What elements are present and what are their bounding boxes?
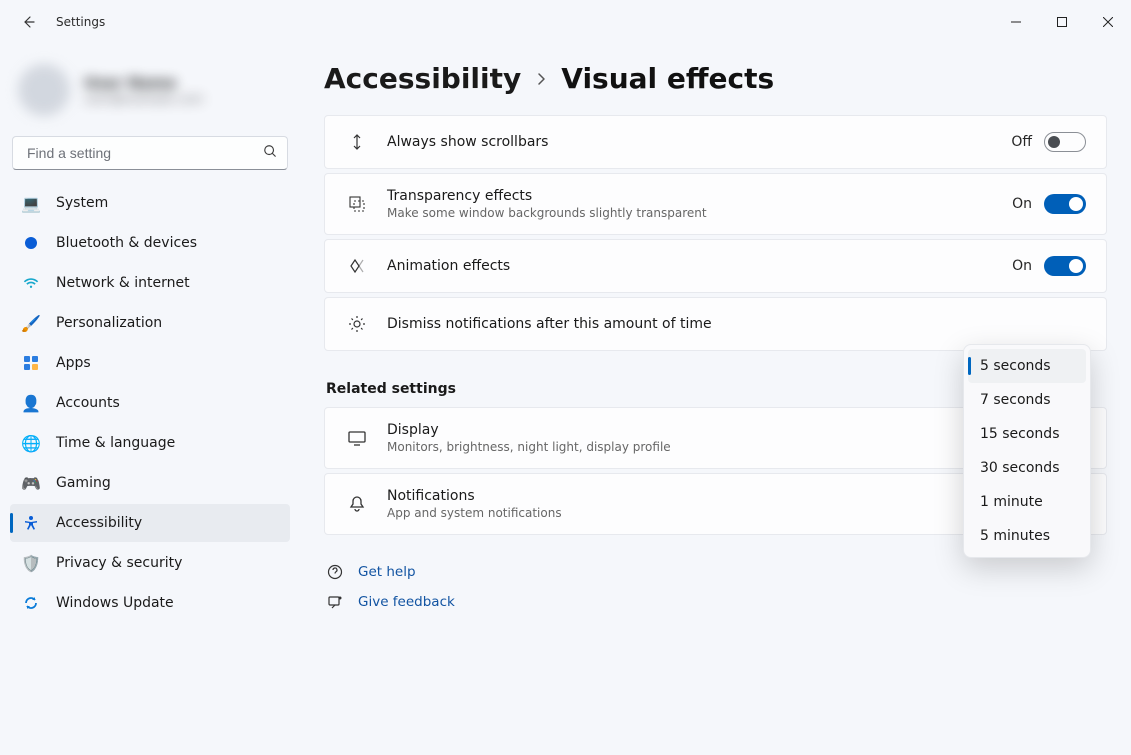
- notify-option[interactable]: 5 minutes: [968, 519, 1086, 553]
- setting-sub: Make some window backgrounds slightly tr…: [387, 206, 1012, 220]
- nav-icon: [22, 594, 40, 612]
- sidebar-item-label: Accounts: [56, 395, 120, 411]
- sidebar-item-bluetooth-devices[interactable]: Bluetooth & devices: [10, 224, 290, 262]
- sidebar-item-gaming[interactable]: 🎮 Gaming: [10, 464, 290, 502]
- nav-icon: 👤: [22, 394, 40, 412]
- page-title: Visual effects: [561, 62, 774, 95]
- notify-option[interactable]: 7 seconds: [968, 383, 1086, 417]
- feedback-icon: [326, 593, 344, 611]
- scrollbars-icon: [345, 130, 369, 154]
- animation-toggle[interactable]: [1044, 256, 1086, 276]
- sidebar-item-apps[interactable]: Apps: [10, 344, 290, 382]
- search-icon: [263, 144, 277, 162]
- profile-name: User Name: [84, 74, 203, 92]
- brightness-icon: [345, 312, 369, 336]
- feedback-row: Give feedback: [324, 587, 1107, 617]
- sidebar-item-label: Apps: [56, 355, 91, 371]
- app-title: Settings: [56, 15, 105, 29]
- sidebar-item-label: Network & internet: [56, 275, 190, 291]
- setting-scrollbars: Always show scrollbars Off: [324, 115, 1107, 169]
- get-help-row: Get help: [324, 557, 1107, 587]
- notify-option[interactable]: 1 minute: [968, 485, 1086, 519]
- transparency-toggle[interactable]: [1044, 194, 1086, 214]
- sidebar-item-network-internet[interactable]: Network & internet: [10, 264, 290, 302]
- chevron-right-icon: [533, 71, 549, 87]
- scrollbars-toggle[interactable]: [1044, 132, 1086, 152]
- get-help-link[interactable]: Get help: [358, 564, 416, 580]
- sidebar-item-personalization[interactable]: 🖌️ Personalization: [10, 304, 290, 342]
- sidebar: User Name user@example.com 💻 System Blueto…: [0, 44, 300, 755]
- feedback-link[interactable]: Give feedback: [358, 594, 455, 610]
- setting-label: Transparency effects: [387, 188, 1012, 204]
- sidebar-item-accessibility[interactable]: Accessibility: [10, 504, 290, 542]
- search-input[interactable]: [25, 144, 263, 162]
- animation-icon: [345, 254, 369, 278]
- setting-label: Dismiss notifications after this amount …: [387, 316, 1015, 332]
- back-button[interactable]: [18, 12, 38, 32]
- transparency-icon: [345, 192, 369, 216]
- setting-notify-time: Dismiss notifications after this amount …: [324, 297, 1107, 351]
- accessibility-icon: [22, 514, 40, 532]
- sidebar-item-label: Windows Update: [56, 595, 174, 611]
- notify-option[interactable]: 5 seconds: [968, 349, 1086, 383]
- content-area: Accessibility Visual effects Always show…: [300, 44, 1131, 755]
- notify-time-dropdown[interactable]: 5 seconds7 seconds15 seconds30 seconds1 …: [963, 344, 1091, 558]
- profile-block: User Name user@example.com: [10, 54, 290, 136]
- display-icon: [345, 426, 369, 450]
- nav-icon: 🌐: [22, 434, 40, 452]
- search-box[interactable]: [12, 136, 288, 170]
- bell-icon: [345, 492, 369, 516]
- toggle-state-text: On: [1012, 196, 1032, 212]
- sidebar-item-label: Bluetooth & devices: [56, 235, 197, 251]
- notify-option[interactable]: 15 seconds: [968, 417, 1086, 451]
- sidebar-item-privacy-security[interactable]: 🛡️ Privacy & security: [10, 544, 290, 582]
- notify-option[interactable]: 30 seconds: [968, 451, 1086, 485]
- toggle-state-text: Off: [1011, 134, 1032, 150]
- breadcrumb-parent[interactable]: Accessibility: [324, 62, 521, 95]
- window-controls: [993, 6, 1131, 38]
- maximize-button[interactable]: [1039, 6, 1085, 38]
- sidebar-item-label: Personalization: [56, 315, 162, 331]
- setting-label: Animation effects: [387, 258, 1012, 274]
- wifi-icon: [22, 274, 40, 292]
- help-icon: [326, 563, 344, 581]
- nav-icon: 💻: [22, 194, 40, 212]
- setting-transparency: Transparency effects Make some window ba…: [324, 173, 1107, 235]
- close-button[interactable]: [1085, 6, 1131, 38]
- toggle-state-text: On: [1012, 258, 1032, 274]
- nav-icon: 🖌️: [22, 314, 40, 332]
- nav-icon: 🎮: [22, 474, 40, 492]
- setting-animation: Animation effects On: [324, 239, 1107, 293]
- sidebar-item-system[interactable]: 💻 System: [10, 184, 290, 222]
- nav-icon: 🛡️: [22, 554, 40, 572]
- sidebar-item-time-language[interactable]: 🌐 Time & language: [10, 424, 290, 462]
- sidebar-item-label: Gaming: [56, 475, 111, 491]
- titlebar: Settings: [0, 0, 1131, 44]
- sidebar-item-label: Time & language: [56, 435, 175, 451]
- blue-dot-icon: [22, 234, 40, 252]
- profile-email: user@example.com: [84, 92, 203, 106]
- setting-label: Always show scrollbars: [387, 134, 1011, 150]
- sidebar-item-label: System: [56, 195, 108, 211]
- sidebar-item-windows-update[interactable]: Windows Update: [10, 584, 290, 622]
- sidebar-item-label: Accessibility: [56, 515, 142, 531]
- sidebar-item-accounts[interactable]: 👤 Accounts: [10, 384, 290, 422]
- avatar: [18, 64, 70, 116]
- sidebar-item-label: Privacy & security: [56, 555, 182, 571]
- apps-icon: [22, 354, 40, 372]
- breadcrumb: Accessibility Visual effects: [324, 62, 1107, 95]
- minimize-button[interactable]: [993, 6, 1039, 38]
